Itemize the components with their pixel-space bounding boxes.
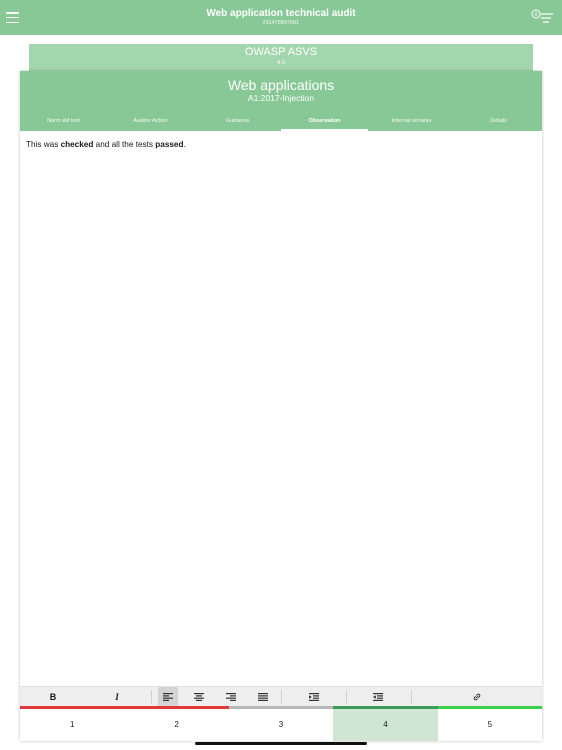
outdent-icon <box>309 693 319 701</box>
audit-id: #11476897001 <box>262 20 300 26</box>
toolbar-divider <box>411 690 412 704</box>
toolbar-divider <box>281 690 282 704</box>
tab-auditor-action[interactable]: Auditor Action <box>107 114 194 131</box>
tab-internal-remarks[interactable]: Internal remarks <box>368 114 455 131</box>
align-right-icon <box>226 693 236 701</box>
requirement-card: Web applications A1:2017-Injection Norm … <box>20 71 542 741</box>
justify-button[interactable] <box>253 687 273 707</box>
standard-version: 4.0 <box>276 60 286 66</box>
link-icon <box>473 693 481 701</box>
editor-text: and all the tests <box>93 140 156 149</box>
align-left-icon <box>163 693 173 701</box>
justify-icon <box>258 693 268 701</box>
home-indicator[interactable] <box>195 742 367 745</box>
rating-5[interactable]: 5 <box>438 709 542 741</box>
filter-badge: 0 <box>535 12 538 18</box>
editor-text: This was <box>26 140 61 149</box>
indent-icon <box>373 693 383 701</box>
card-subtitle: A1:2017-Injection <box>247 93 315 103</box>
indent-button[interactable] <box>368 687 388 707</box>
app-title-block: Web application technical audit #1147689… <box>0 8 562 27</box>
bold-button[interactable]: B <box>42 687 64 707</box>
editor-bold-text: passed <box>155 140 184 149</box>
filter-button[interactable]: 0 <box>530 8 554 26</box>
tab-bar: Norm std text Auditor Action Guidance Ob… <box>20 114 542 131</box>
outdent-button[interactable] <box>304 687 324 707</box>
card-header: Web applications A1:2017-Injection Norm … <box>20 71 542 131</box>
toolbar-divider <box>346 690 347 704</box>
top-app-bar: Web application technical audit #1147689… <box>0 0 562 35</box>
card-title: Web applications <box>227 77 335 93</box>
italic-icon: I <box>115 692 119 702</box>
standard-card[interactable]: OWASP ASVS 4.0 <box>29 44 533 72</box>
align-center-button[interactable] <box>189 687 209 707</box>
tab-observation[interactable]: Observation <box>281 114 368 131</box>
tab-guidance[interactable]: Guidance <box>194 114 281 131</box>
bold-icon: B <box>49 692 57 702</box>
format-toolbar: B I <box>20 686 542 707</box>
app-title: Web application technical audit <box>206 8 356 19</box>
standard-title: OWASP ASVS <box>244 46 318 58</box>
toolbar-divider <box>151 690 152 704</box>
rating-3[interactable]: 3 <box>229 709 333 741</box>
rating-4[interactable]: 4 <box>333 709 438 741</box>
italic-button[interactable]: I <box>106 687 128 707</box>
editor-text: . <box>183 140 186 149</box>
align-left-button[interactable] <box>158 687 178 707</box>
rating-1[interactable]: 1 <box>20 709 124 741</box>
rating-2[interactable]: 2 <box>124 709 228 741</box>
filter-icon: 0 <box>531 9 553 23</box>
observation-editor[interactable]: This was checked and all the tests passe… <box>26 139 536 150</box>
align-center-icon <box>194 693 204 701</box>
link-button[interactable] <box>467 687 487 707</box>
tab-details[interactable]: Details <box>455 114 542 131</box>
tab-norm-std-text[interactable]: Norm std text <box>20 114 107 131</box>
align-right-button[interactable] <box>221 687 241 707</box>
editor-bold-text: checked <box>60 140 94 149</box>
rating-selector: 1 2 3 4 5 <box>20 709 542 741</box>
